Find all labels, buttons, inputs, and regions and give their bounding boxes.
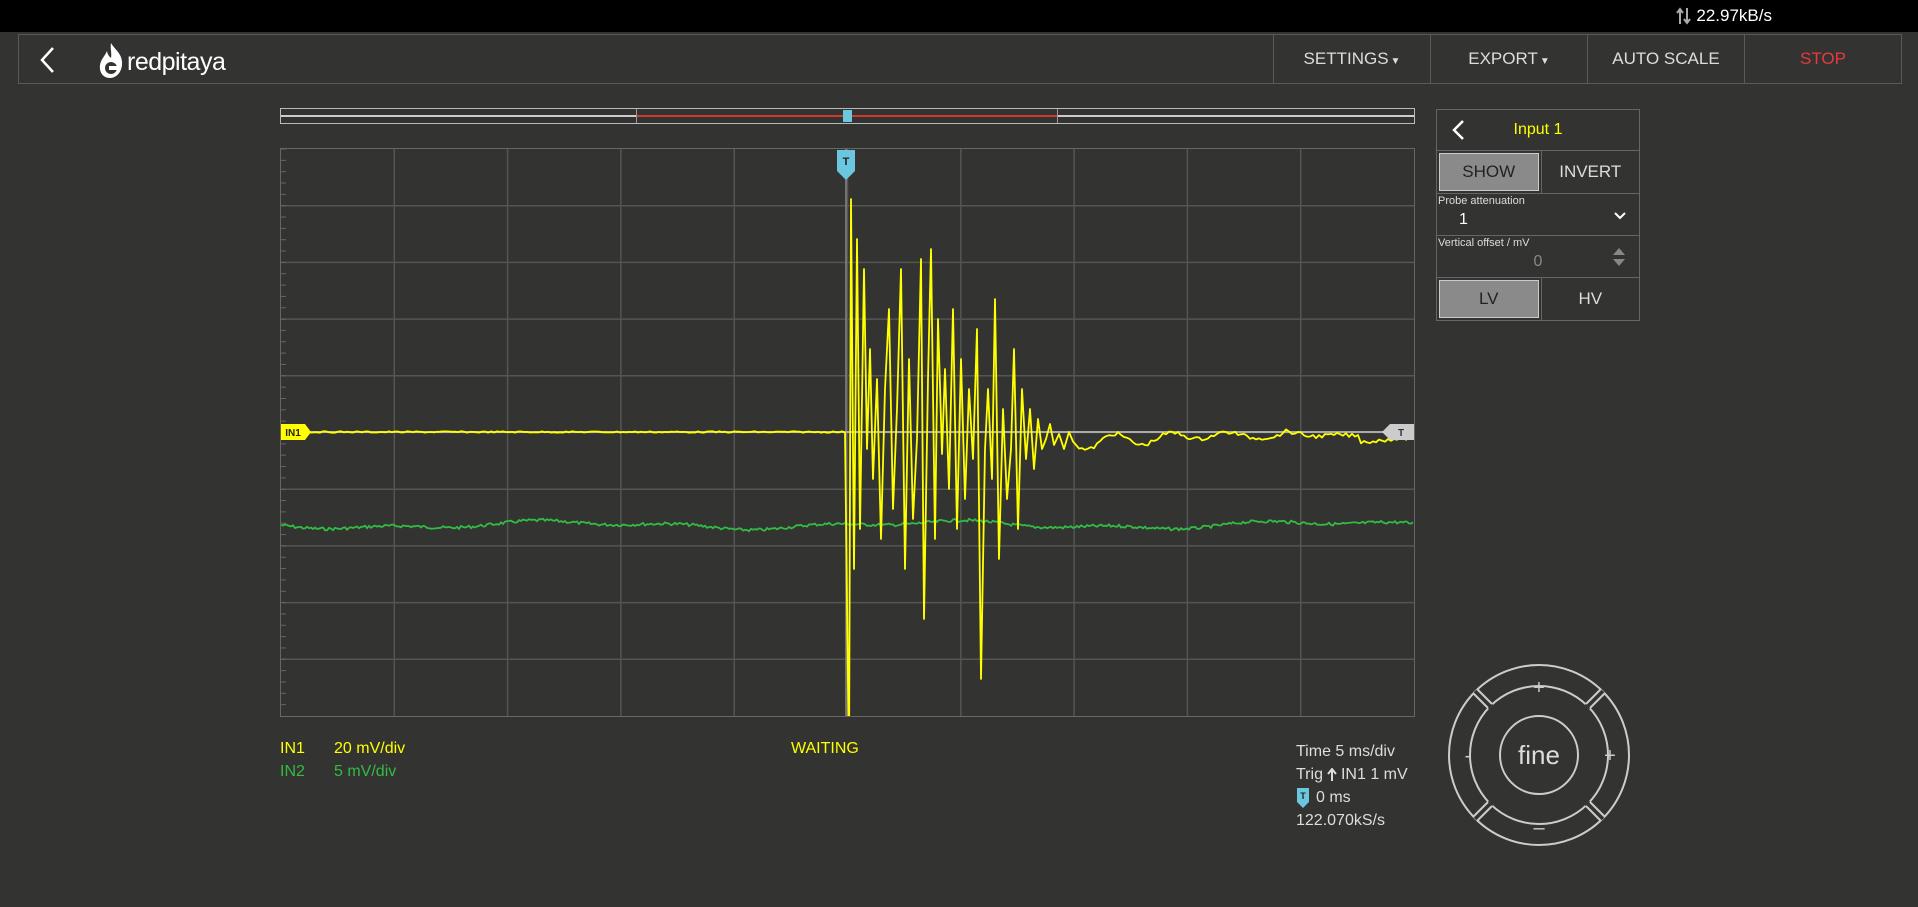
fine-label: fine bbox=[1518, 740, 1560, 770]
panel-title: Input 1 bbox=[1513, 121, 1563, 138]
export-menu[interactable]: EXPORT ▼ bbox=[1430, 35, 1587, 83]
svg-text:T: T bbox=[1300, 791, 1306, 801]
invert-button[interactable]: INVERT bbox=[1540, 151, 1640, 193]
brand-name: redpitaya bbox=[127, 48, 226, 76]
ch2-scale: 5 mV/div bbox=[334, 763, 397, 780]
buffer-timeline[interactable] bbox=[280, 108, 1415, 124]
trigger-prefix: Trig bbox=[1296, 766, 1323, 783]
back-button[interactable] bbox=[33, 43, 63, 77]
ch1-name: IN1 bbox=[280, 740, 305, 757]
status-bar: 22.97kB/s bbox=[0, 0, 1918, 32]
lv-hv-toggle: LV HV bbox=[1437, 278, 1639, 320]
oscilloscope-plot[interactable]: T IN1 T bbox=[280, 148, 1415, 717]
dpad-down-button[interactable]: – bbox=[1533, 817, 1545, 839]
chevron-left-icon bbox=[40, 47, 54, 73]
export-label: EXPORT bbox=[1468, 49, 1538, 68]
time-scale: Time 5 ms/div bbox=[1296, 743, 1395, 760]
ch1-scale: 20 mV/div bbox=[334, 740, 406, 757]
lv-button[interactable]: LV bbox=[1439, 280, 1539, 318]
stop-label: STOP bbox=[1800, 49, 1846, 68]
plot-canvas: T IN1 T bbox=[281, 149, 1414, 716]
ch1-offset-label: IN1 bbox=[285, 428, 301, 439]
autoscale-button[interactable]: AUTO SCALE bbox=[1587, 35, 1744, 83]
caret-down-icon: ▼ bbox=[1390, 55, 1401, 67]
probe-attenuation-select[interactable]: Probe attenuation 1 bbox=[1437, 194, 1639, 236]
vertical-offset-value[interactable]: 0 bbox=[1437, 253, 1639, 271]
dpad-right-button[interactable]: + bbox=[1604, 745, 1616, 767]
navbar: redpitaya SETTINGS ▼ EXPORT ▼ AUTO SCALE… bbox=[18, 34, 1902, 84]
vertical-offset-label: Vertical offset / mV bbox=[1438, 237, 1530, 249]
trigger-position-label: T bbox=[843, 156, 850, 168]
hv-button[interactable]: HV bbox=[1540, 278, 1640, 320]
input-settings-panel: Input 1 SHOW INVERT Probe attenuation 1 … bbox=[1436, 109, 1640, 321]
vertical-offset-input[interactable]: Vertical offset / mV 0 bbox=[1437, 236, 1639, 278]
dpad-control: fine + – - + bbox=[1448, 664, 1630, 846]
show-invert-toggle: SHOW INVERT bbox=[1437, 151, 1639, 194]
chevron-down-icon bbox=[1614, 212, 1626, 220]
flame-logo-icon bbox=[99, 43, 123, 78]
probe-attenuation-value: 1 bbox=[1459, 211, 1468, 228]
panel-header: Input 1 bbox=[1437, 110, 1639, 151]
sample-rate: 122.070kS/s bbox=[1296, 812, 1385, 829]
top-menu: SETTINGS ▼ EXPORT ▼ AUTO SCALE STOP bbox=[1273, 35, 1901, 83]
stepper-arrows-icon[interactable] bbox=[1611, 246, 1627, 268]
show-button[interactable]: SHOW bbox=[1439, 153, 1539, 191]
data-rate: 22.97kB/s bbox=[1676, 6, 1772, 26]
settings-menu[interactable]: SETTINGS ▼ bbox=[1273, 35, 1430, 83]
ch2-name: IN2 bbox=[280, 763, 305, 780]
data-rate-value: 22.97kB/s bbox=[1696, 6, 1772, 25]
probe-attenuation-label: Probe attenuation bbox=[1438, 195, 1525, 207]
dpad-up-button[interactable]: + bbox=[1533, 677, 1545, 699]
acquisition-status: WAITING bbox=[791, 740, 859, 757]
dpad-left-button[interactable]: - bbox=[1465, 745, 1472, 767]
caret-down-icon: ▼ bbox=[1539, 55, 1550, 67]
trigger-level-label: T bbox=[1398, 428, 1404, 439]
trigger-marker-icon: T bbox=[1297, 787, 1309, 808]
stop-button[interactable]: STOP bbox=[1744, 35, 1901, 83]
brand-logo[interactable]: redpitaya bbox=[97, 41, 226, 79]
timeline-trigger-marker[interactable] bbox=[843, 110, 852, 122]
trigger-source: IN1 1 mV bbox=[1340, 766, 1408, 783]
timebase-info: Time 5 ms/div Trig IN1 1 mV T 0 ms 122.0… bbox=[1296, 740, 1408, 832]
autoscale-label: AUTO SCALE bbox=[1612, 49, 1720, 68]
trigger-delay: 0 ms bbox=[1316, 789, 1351, 806]
settings-label: SETTINGS bbox=[1303, 49, 1389, 68]
transfer-arrows-icon bbox=[1676, 7, 1692, 25]
rising-edge-icon bbox=[1327, 767, 1337, 781]
